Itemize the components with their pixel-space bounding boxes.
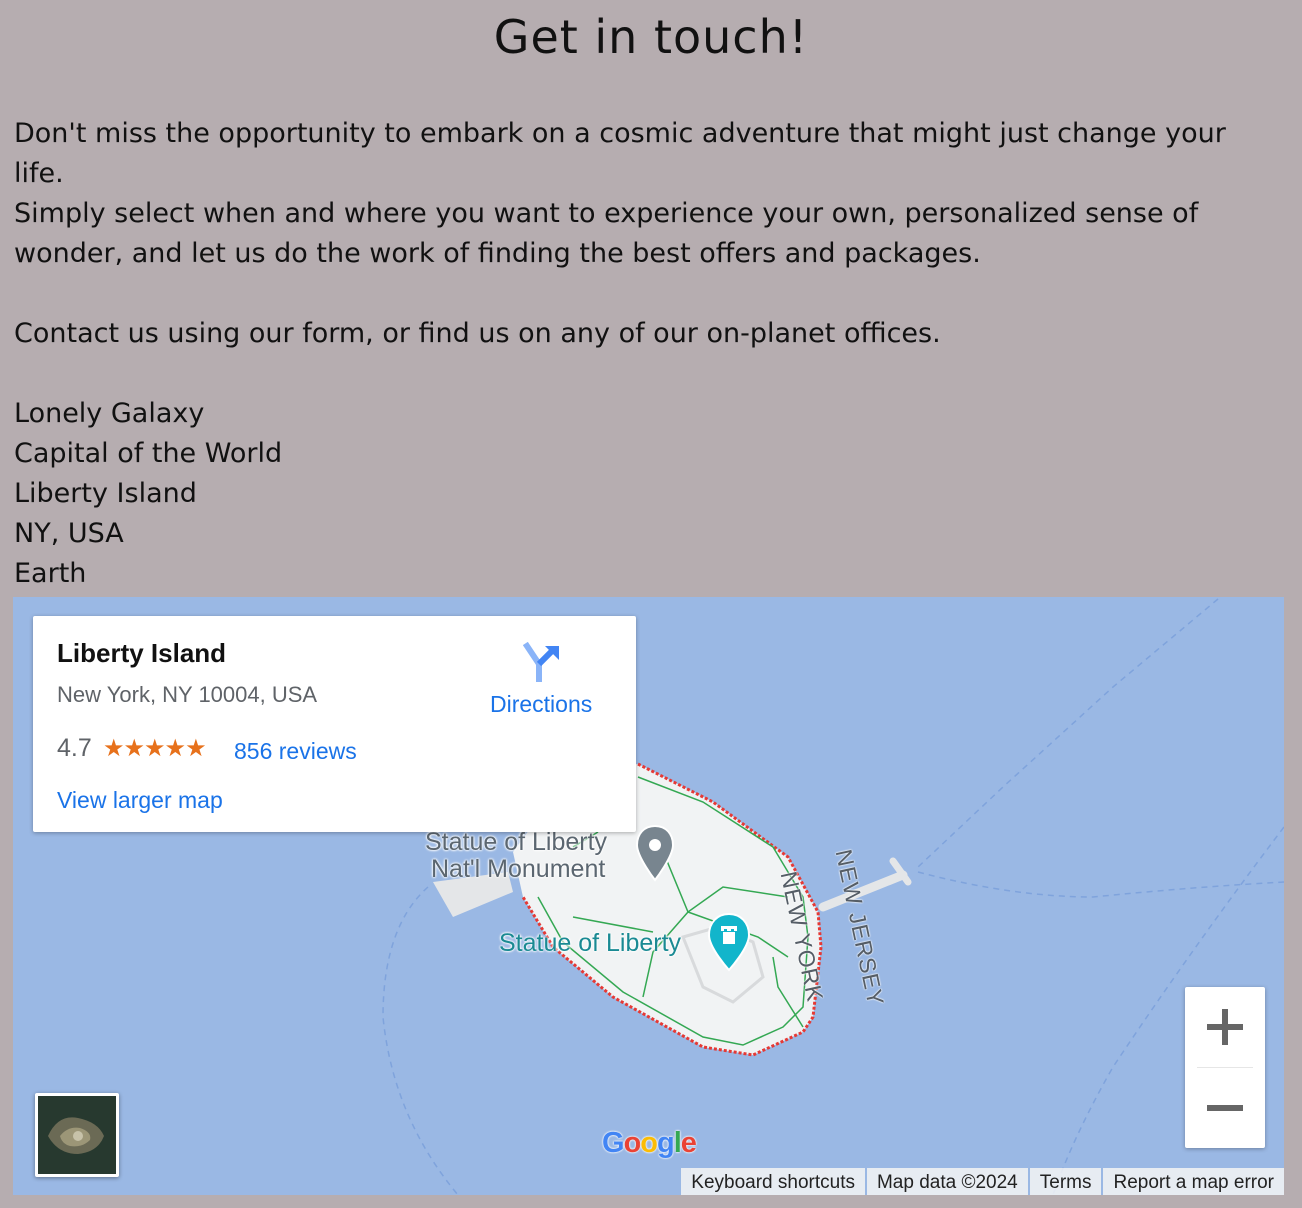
intro-paragraph-2: Simply select when and where you want to… (14, 198, 1199, 269)
keyboard-shortcuts-button[interactable]: Keyboard shortcuts (681, 1168, 865, 1195)
satellite-thumbnail-icon (38, 1096, 116, 1174)
rating-stars-icon: ★★★★★ (103, 735, 207, 762)
contact-intro: Don't miss the opportunity to embark on … (14, 114, 1284, 594)
landmark-pin-icon[interactable] (707, 912, 751, 972)
page-title: Get in touch! (493, 10, 809, 64)
directions-icon[interactable] (523, 642, 563, 682)
plus-icon (1207, 1009, 1243, 1045)
view-larger-map-link[interactable]: View larger map (57, 787, 223, 814)
zoom-out-button[interactable] (1185, 1068, 1265, 1148)
place-name: Liberty Island (57, 638, 227, 668)
place-info-card: Liberty Island New York, NY 10004, USA 4… (33, 616, 636, 832)
monument-label[interactable]: Statue of Liberty (425, 829, 607, 856)
reviews-link[interactable]: 856 reviews (234, 738, 357, 765)
address-line: Lonely Galaxy (14, 398, 205, 429)
minus-icon (1207, 1105, 1243, 1111)
statue-label[interactable]: Statue of Liberty (499, 930, 681, 957)
zoom-controls (1185, 987, 1265, 1148)
map-attribution-bar: Keyboard shortcuts Map data ©2024 Terms … (679, 1168, 1284, 1195)
monument-label[interactable]: Nat'l Monument (431, 856, 605, 883)
intro-paragraph-3: Contact us using our form, or find us on… (14, 318, 941, 349)
map-data-label: Map data ©2024 (866, 1168, 1028, 1195)
google-logo: Google (602, 1127, 697, 1159)
zoom-in-button[interactable] (1185, 987, 1265, 1067)
map-pin-icon[interactable] (635, 824, 675, 884)
place-address: New York, NY 10004, USA (57, 682, 318, 707)
address-line: NY, USA (14, 518, 124, 549)
address-line: Capital of the World (14, 438, 283, 469)
intro-paragraph-1: Don't miss the opportunity to embark on … (14, 118, 1226, 189)
embedded-map[interactable]: Statue of Liberty Nat'l Monument Statue … (13, 597, 1284, 1195)
terms-link[interactable]: Terms (1029, 1168, 1102, 1195)
address-line: Earth (14, 558, 87, 589)
address-line: Liberty Island (14, 478, 197, 509)
satellite-toggle-button[interactable] (35, 1093, 119, 1177)
report-map-error-link[interactable]: Report a map error (1103, 1168, 1284, 1195)
rating-value: 4.7 (57, 734, 92, 762)
directions-link[interactable]: Directions (490, 691, 592, 718)
